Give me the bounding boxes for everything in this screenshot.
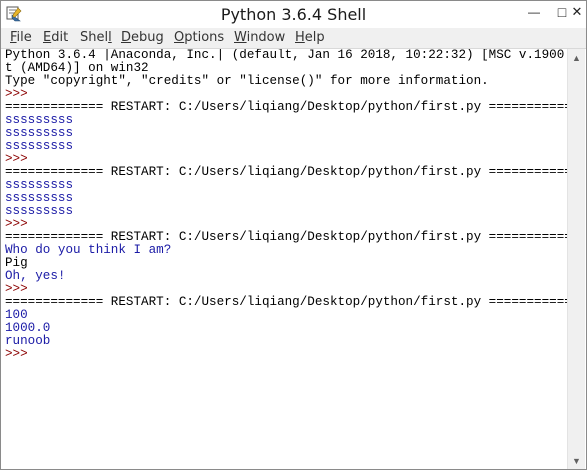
menu-debug[interactable]: Debug bbox=[121, 30, 164, 45]
shell-line: 1000.0 bbox=[5, 322, 569, 335]
prompt-text: >>> bbox=[5, 282, 36, 296]
output-text: Oh, yes! bbox=[5, 269, 66, 283]
shell-line: ============= RESTART: C:/Users/liqiang/… bbox=[5, 166, 569, 179]
vertical-scrollbar[interactable]: ▲ ▼ bbox=[567, 49, 585, 469]
close-icon: ✕ bbox=[571, 4, 583, 19]
menu-edit[interactable]: Edit bbox=[43, 30, 68, 45]
shell-line: 100 bbox=[5, 309, 569, 322]
shell-text: ============= RESTART: C:/Users/liqiang/… bbox=[5, 100, 569, 114]
prompt-text: >>> bbox=[5, 217, 36, 231]
shell-text: ============= RESTART: C:/Users/liqiang/… bbox=[5, 165, 569, 179]
scroll-up-arrow-icon: ▲ bbox=[572, 52, 581, 63]
window-title: Python 3.6.4 Shell bbox=[220, 5, 367, 24]
menu-options[interactable]: Options bbox=[174, 30, 224, 45]
shell-line: ============= RESTART: C:/Users/liqiang/… bbox=[5, 296, 569, 309]
shell-text: Type "copyright", "credits" or "license(… bbox=[5, 74, 489, 88]
prompt-text: >>> bbox=[5, 152, 36, 166]
shell-line: sssssssss bbox=[5, 127, 569, 140]
output-text: sssssssss bbox=[5, 126, 74, 140]
shell-line: runoob bbox=[5, 335, 569, 348]
minimize-button[interactable]: — bbox=[520, 1, 548, 23]
shell-text-area[interactable]: Python 3.6.4 |Anaconda, Inc.| (default, … bbox=[5, 49, 569, 469]
shell-line: sssssssss bbox=[5, 140, 569, 153]
prompt-text: >>> bbox=[5, 87, 36, 101]
prompt-text: >>> bbox=[5, 347, 36, 361]
shell-line: ============= RESTART: C:/Users/liqiang/… bbox=[5, 101, 569, 114]
shell-line: sssssssss bbox=[5, 114, 569, 127]
output-text: Who do you think I am? bbox=[5, 243, 172, 257]
scroll-up-button[interactable]: ▲ bbox=[568, 49, 585, 66]
menu-shell[interactable]: Shell bbox=[80, 30, 112, 45]
title-bar[interactable]: Python 3.6.4 Shell — □ ✕ bbox=[1, 1, 586, 28]
shell-line: sssssssss bbox=[5, 205, 569, 218]
output-text: sssssssss bbox=[5, 139, 74, 153]
output-text: sssssssss bbox=[5, 204, 74, 218]
shell-text: Pig bbox=[5, 256, 28, 270]
idle-shell-window: Python 3.6.4 Shell — □ ✕ File Edit Shell… bbox=[0, 0, 587, 470]
shell-line: Type "copyright", "credits" or "license(… bbox=[5, 75, 569, 88]
scroll-down-arrow-icon: ▼ bbox=[572, 455, 581, 466]
scroll-down-button[interactable]: ▼ bbox=[568, 452, 585, 469]
output-text: runoob bbox=[5, 334, 51, 348]
shell-line: sssssssss bbox=[5, 192, 569, 205]
menu-file[interactable]: File bbox=[10, 30, 32, 45]
output-text: sssssssss bbox=[5, 191, 74, 205]
shell-line: sssssssss bbox=[5, 179, 569, 192]
minimize-icon: — bbox=[528, 5, 540, 19]
shell-text: t (AMD64)] on win32 bbox=[5, 61, 149, 75]
menu-bar: File Edit Shell Debug Options Window Hel… bbox=[1, 28, 586, 49]
output-text: sssssssss bbox=[5, 178, 74, 192]
output-text: 100 bbox=[5, 308, 28, 322]
close-button[interactable]: ✕ bbox=[567, 1, 587, 23]
menu-window[interactable]: Window bbox=[234, 30, 285, 45]
shell-prompt-line: >>> bbox=[5, 348, 569, 361]
output-text: 1000.0 bbox=[5, 321, 51, 335]
shell-line: Who do you think I am? bbox=[5, 244, 569, 257]
maximize-icon: □ bbox=[557, 4, 567, 20]
menu-help[interactable]: Help bbox=[295, 30, 325, 45]
shell-line: Oh, yes! bbox=[5, 270, 569, 283]
shell-line: Pig bbox=[5, 257, 569, 270]
output-text: sssssssss bbox=[5, 113, 74, 127]
shell-text: ============= RESTART: C:/Users/liqiang/… bbox=[5, 295, 569, 309]
shell-text: ============= RESTART: C:/Users/liqiang/… bbox=[5, 230, 569, 244]
